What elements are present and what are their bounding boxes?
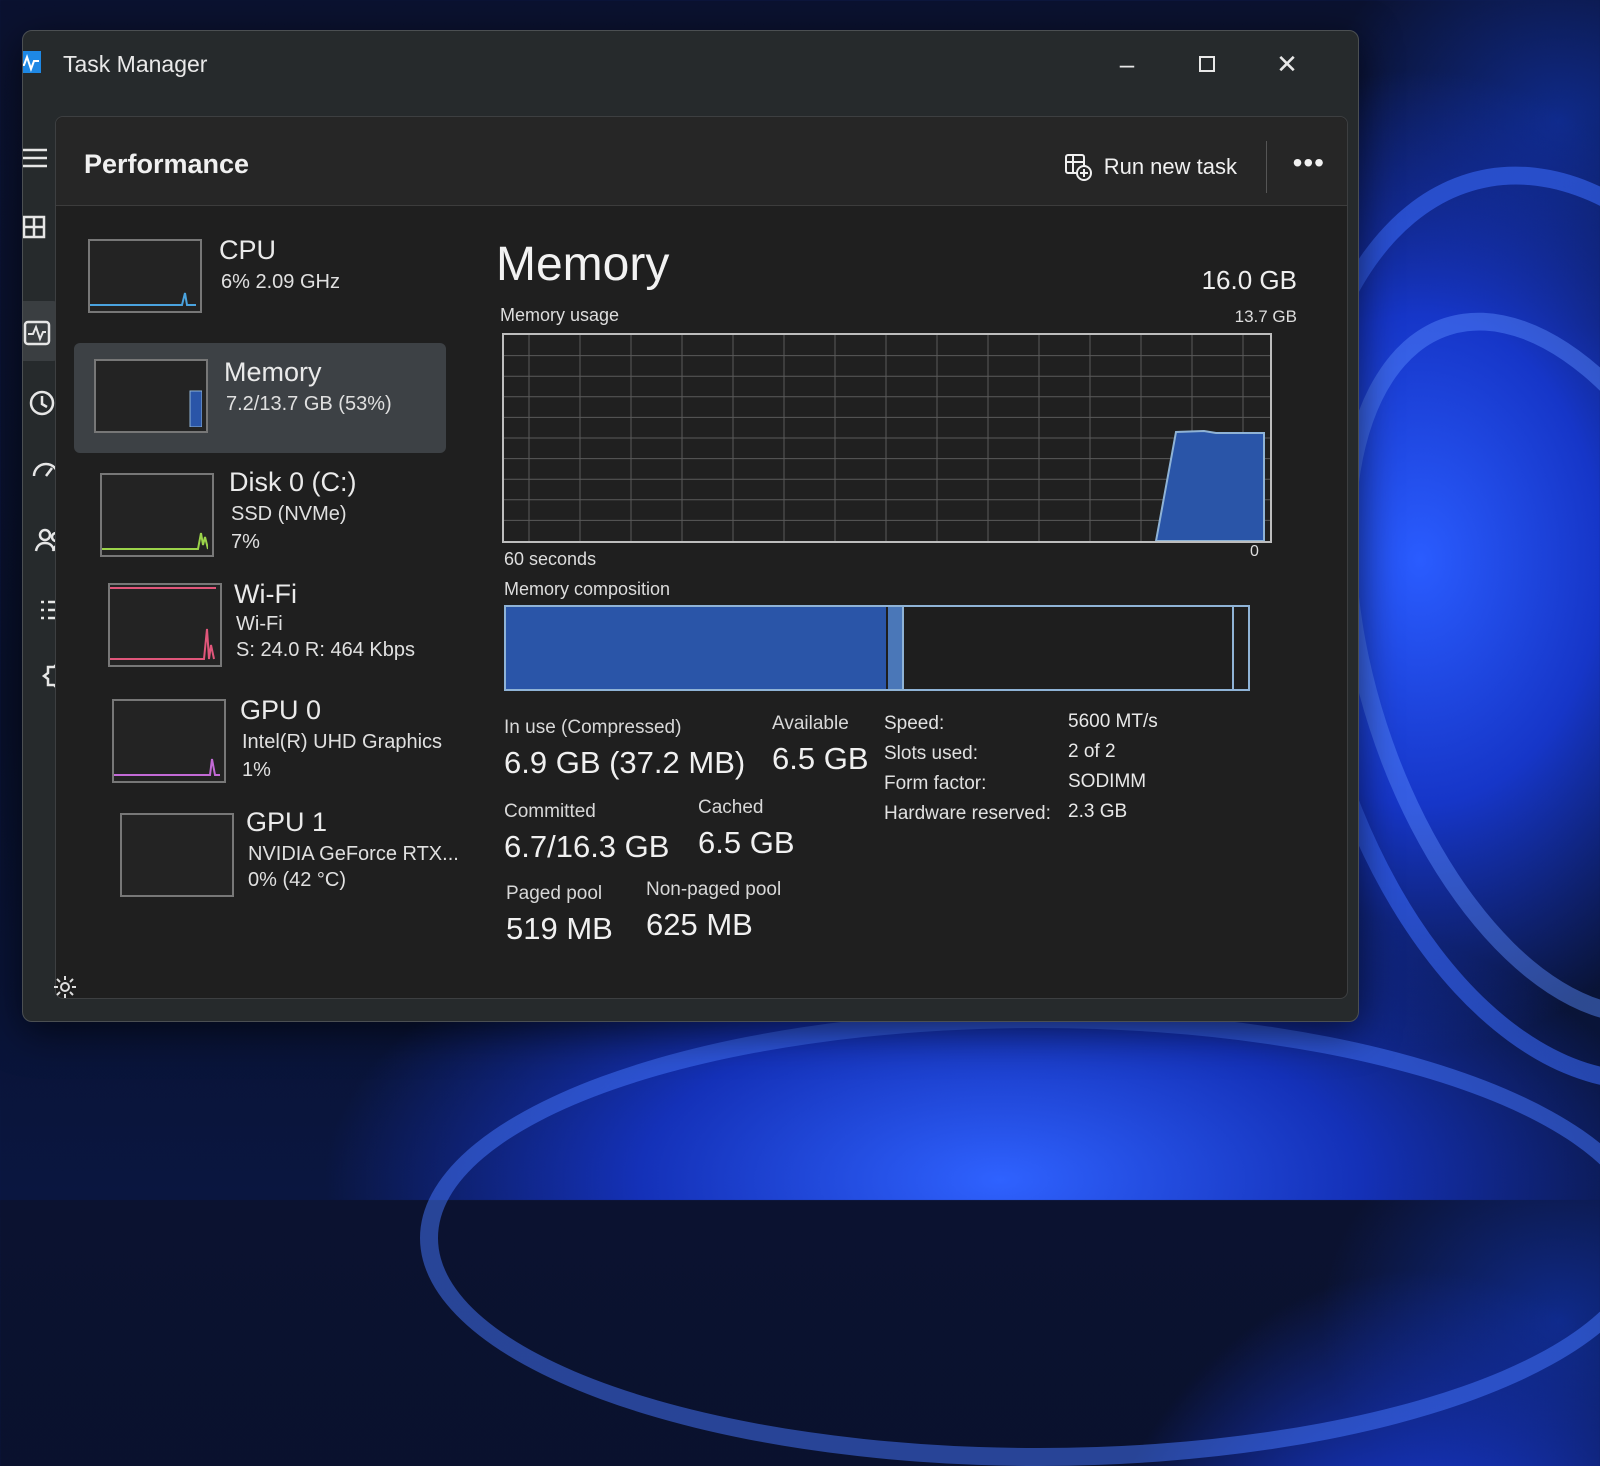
device-name: GPU 0 <box>240 695 322 725</box>
gpu0-thumbnail-graph <box>112 699 226 783</box>
device-detail: 6% 2.09 GHz <box>221 271 340 293</box>
composition-free <box>1232 607 1242 689</box>
device-detail: S: 24.0 R: 464 Kbps <box>236 639 416 661</box>
device-detail: SSD (NVMe) <box>231 503 347 525</box>
form-factor-value: SODIMM <box>1068 771 1147 792</box>
settings-gear-icon[interactable] <box>51 973 79 1001</box>
memory-composition-label: Memory composition <box>504 579 671 599</box>
device-detail: 7.2/13.7 GB (53%) <box>226 393 392 415</box>
device-name: Memory <box>224 357 322 387</box>
disk-thumbnail-graph <box>100 473 214 557</box>
run-new-task-icon <box>1064 154 1092 181</box>
content-pane: Performance Run new task ••• CPU 6% 2.09… <box>55 116 1348 999</box>
device-detail: Intel(R) UHD Graphics <box>242 731 443 753</box>
device-detail: 0% (42 °C) <box>248 869 347 891</box>
title-bar: Task Manager – ✕ <box>23 31 1358 101</box>
window-title: Task Manager <box>63 51 208 77</box>
hamburger-menu-icon[interactable] <box>22 141 53 175</box>
run-new-task-button[interactable]: Run new task <box>1064 153 1237 181</box>
device-name: Wi-Fi <box>234 579 297 609</box>
composition-modified <box>888 607 904 689</box>
nav-rail <box>22 141 75 1021</box>
page-header: Performance Run new task ••• <box>56 117 1347 206</box>
device-item-memory[interactable]: Memory 7.2/13.7 GB (53%) <box>74 343 446 453</box>
device-list: CPU 6% 2.09 GHz Memory 7.2/13.7 GB (53%)… <box>74 227 459 923</box>
memory-title: Memory <box>496 238 670 291</box>
in-use-value: 6.9 GB (37.2 MB) <box>504 745 746 780</box>
more-options-button[interactable]: ••• <box>1293 147 1325 179</box>
slots-label: Slots used: <box>884 743 978 764</box>
committed-value: 6.7/16.3 GB <box>504 829 670 864</box>
device-item-gpu0[interactable]: GPU 0 Intel(R) UHD Graphics 1% <box>74 691 446 801</box>
cpu-thumbnail-graph <box>88 239 202 313</box>
wifi-thumbnail-graph <box>108 583 222 667</box>
memory-usage-max: 13.7 GB <box>1234 307 1297 326</box>
available-label: Available <box>772 713 849 734</box>
speed-value: 5600 MT/s <box>1068 711 1158 732</box>
slots-value: 2 of 2 <box>1068 741 1116 762</box>
in-use-label: In use (Compressed) <box>504 717 682 738</box>
header-divider <box>1266 141 1267 193</box>
committed-label: Committed <box>504 801 596 822</box>
maximize-icon <box>1199 56 1215 72</box>
speed-label: Speed: <box>884 713 945 734</box>
maximize-button[interactable] <box>1187 49 1227 79</box>
graph-zero-label: 0 <box>1250 543 1259 560</box>
memory-thumbnail-graph <box>94 359 208 433</box>
task-manager-window: Task Manager – ✕ Performance Run new tas… <box>22 30 1359 1022</box>
wallpaper-swirl <box>420 1010 1600 1466</box>
minimize-button[interactable]: – <box>1107 49 1147 79</box>
task-manager-logo-icon <box>23 51 41 73</box>
hardware-reserved-label: Hardware reserved: <box>884 803 1051 824</box>
device-name: GPU 1 <box>246 807 328 837</box>
memory-usage-graph <box>502 333 1272 543</box>
composition-in-use <box>506 607 886 689</box>
available-value: 6.5 GB <box>772 741 869 776</box>
non-paged-pool-label: Non-paged pool <box>646 879 782 900</box>
non-paged-pool-value: 625 MB <box>646 907 753 942</box>
paged-pool-value: 519 MB <box>506 911 613 946</box>
device-item-cpu[interactable]: CPU 6% 2.09 GHz <box>74 227 446 337</box>
processes-icon[interactable] <box>22 211 53 245</box>
device-detail: 7% <box>231 531 260 553</box>
graph-time-label: 60 seconds <box>504 549 597 569</box>
device-item-wifi[interactable]: Wi-Fi Wi-Fi S: 24.0 R: 464 Kbps <box>74 575 446 685</box>
memory-composition-bar <box>504 605 1250 691</box>
app-history-icon[interactable] <box>25 386 59 420</box>
device-detail: 1% <box>242 759 271 781</box>
device-name: CPU <box>219 235 277 265</box>
run-new-task-label: Run new task <box>1103 154 1237 179</box>
memory-usage-area <box>1154 429 1265 542</box>
close-button[interactable]: ✕ <box>1267 49 1307 79</box>
paged-pool-label: Paged pool <box>506 883 603 904</box>
performance-icon[interactable] <box>22 316 55 350</box>
gpu1-thumbnail-graph <box>120 813 234 897</box>
form-factor-label: Form factor: <box>884 773 987 794</box>
device-detail: NVIDIA GeForce RTX... <box>248 843 459 865</box>
cached-value: 6.5 GB <box>698 825 795 860</box>
device-item-gpu1[interactable]: GPU 1 NVIDIA GeForce RTX... 0% (42 °C) <box>74 807 459 917</box>
page-title: Performance <box>84 149 250 179</box>
memory-usage-label: Memory usage <box>500 305 620 325</box>
memory-total: 16.0 GB <box>1201 265 1297 295</box>
device-detail: Wi-Fi <box>236 613 283 635</box>
device-name: Disk 0 (C:) <box>229 467 357 497</box>
device-item-disk[interactable]: Disk 0 (C:) SSD (NVMe) 7% <box>74 459 446 569</box>
hardware-reserved-value: 2.3 GB <box>1068 801 1128 822</box>
cached-label: Cached <box>698 797 764 818</box>
